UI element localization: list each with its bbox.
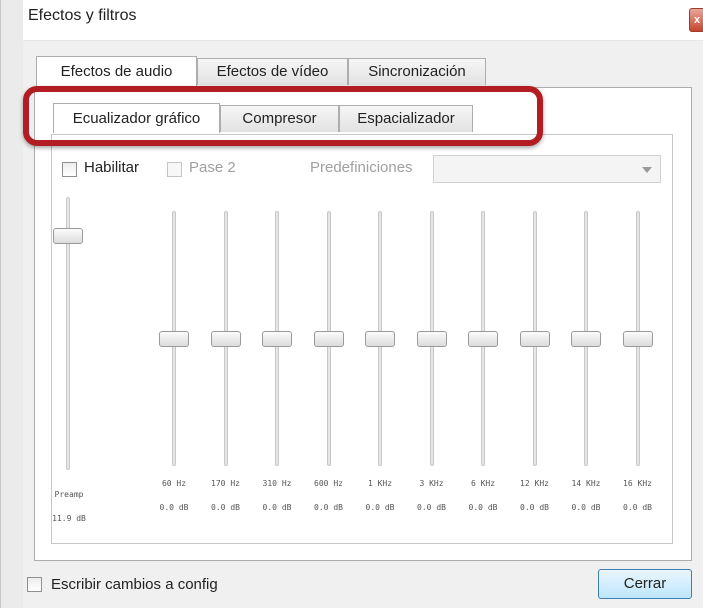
- band-gain-label: 0.0 dB: [623, 503, 652, 512]
- band-gain-label: 0.0 dB: [417, 503, 446, 512]
- band-frequency-label: 3 KHz: [419, 479, 444, 488]
- band-slider-handle[interactable]: [416, 330, 447, 347]
- band-frequency-label: 14 KHz: [571, 479, 601, 488]
- enable-label: Habilitar: [84, 159, 140, 176]
- preamp-label: Preamp: [54, 490, 84, 499]
- preamp-value: 11.9 dB: [52, 514, 86, 523]
- close-button[interactable]: Cerrar: [598, 569, 692, 599]
- tab-spatializer[interactable]: Espacializador: [339, 105, 473, 132]
- write-config-checkbox[interactable]: [27, 577, 42, 592]
- chevron-down-icon: [642, 167, 652, 173]
- audio-effects-panel: Ecualizador gráfico Compresor Espacializ…: [23, 86, 692, 561]
- window-title: Efectos y filtros: [28, 7, 137, 24]
- tab-audio-effects[interactable]: Efectos de audio: [36, 56, 197, 86]
- band-frequency-label: 1 KHz: [367, 479, 393, 488]
- presets-label: Predefiniciones: [310, 159, 413, 176]
- band-gain-label: 0.0 dB: [571, 503, 601, 512]
- window-close-icon[interactable]: x: [689, 8, 703, 32]
- band-slider-handle[interactable]: [468, 330, 498, 347]
- background-window-edge: [1, 0, 24, 608]
- band-slider-handle[interactable]: [519, 330, 550, 347]
- band-slider-handle[interactable]: [262, 330, 292, 347]
- band-slider-handle[interactable]: [210, 330, 241, 347]
- band-frequency-label: 60 Hz: [161, 479, 187, 488]
- band-gain-label: 0.0 dB: [314, 503, 343, 512]
- presets-dropdown[interactable]: [433, 155, 661, 183]
- band-frequency-label: 170 Hz: [211, 479, 240, 488]
- band-gain-label: 0.0 dB: [211, 503, 240, 512]
- preamp-slider-handle[interactable]: [53, 228, 83, 245]
- tab-video-effects[interactable]: Efectos de vídeo: [197, 58, 348, 85]
- band-slider-handle[interactable]: [313, 330, 344, 347]
- title-bar[interactable]: Efectos y filtros x: [23, 0, 703, 41]
- band-gain-label: 0.0 dB: [262, 503, 292, 512]
- band-slider-handle[interactable]: [622, 330, 653, 347]
- band-gain-label: 0.0 dB: [159, 503, 189, 512]
- effects-filters-window: Efectos y filtros x Efectos de audio Efe…: [0, 0, 703, 608]
- tab-graphic-equalizer[interactable]: Ecualizador gráfico: [53, 103, 220, 133]
- band-frequency-label: 12 KHz: [520, 479, 549, 488]
- band-slider-handle[interactable]: [159, 330, 189, 347]
- band-gain-label: 0.0 dB: [520, 503, 549, 512]
- pass2-label: Pase 2: [189, 159, 236, 176]
- band-frequency-label: 16 KHz: [623, 479, 652, 488]
- band-frequency-label: 6 KHz: [470, 479, 496, 488]
- band-frequency-label: 310 Hz: [262, 479, 292, 488]
- band-gain-label: 0.0 dB: [468, 503, 498, 512]
- band-slider-handle[interactable]: [571, 330, 601, 347]
- write-config-label: Escribir cambios a config: [51, 576, 218, 593]
- tab-compressor[interactable]: Compresor: [220, 105, 339, 132]
- band-frequency-label: 600 Hz: [314, 479, 343, 488]
- tab-synchronization[interactable]: Sincronización: [348, 58, 486, 85]
- equalizer-panel: Habilitar Pase 2 Predefiniciones Preamp …: [51, 134, 673, 544]
- dialog-client-area: Efectos de audio Efectos de vídeo Sincro…: [23, 41, 703, 608]
- band-slider-handle[interactable]: [365, 330, 395, 347]
- band-gain-label: 0.0 dB: [365, 503, 395, 512]
- enable-checkbox[interactable]: [62, 162, 77, 177]
- pass2-checkbox[interactable]: [167, 162, 182, 177]
